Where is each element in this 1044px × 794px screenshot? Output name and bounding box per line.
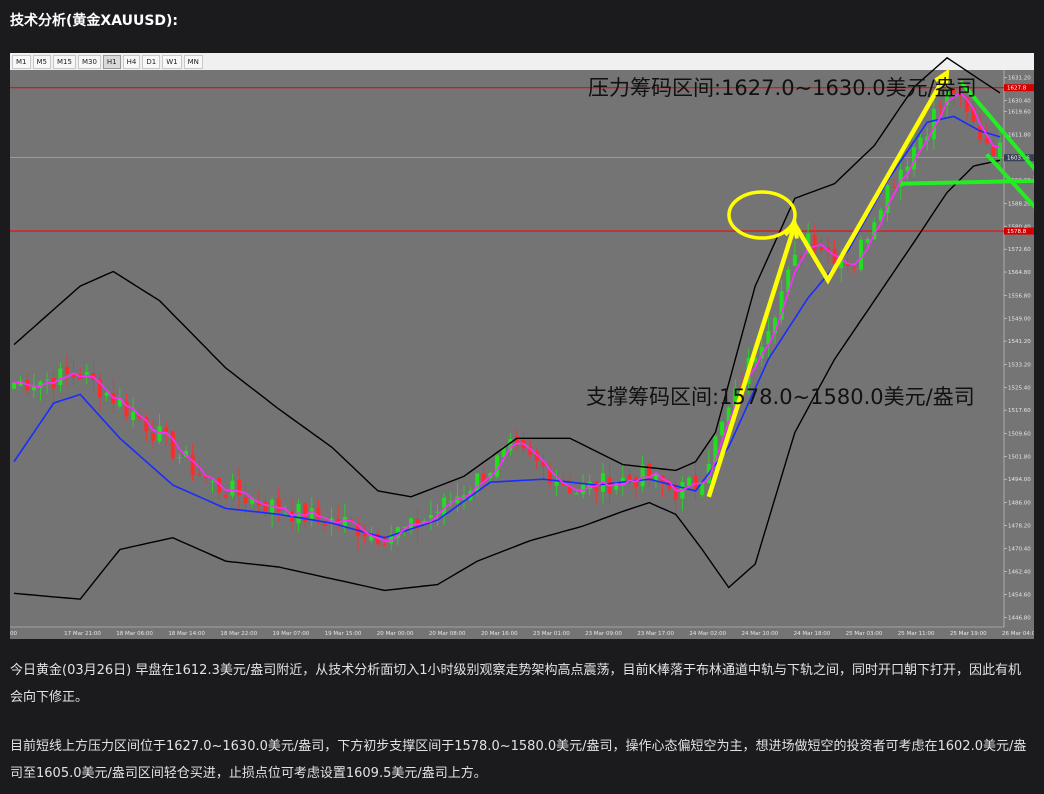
support-zone-label: 支撑筹码区间:1578.0~1580.0美元/盎司 — [586, 385, 975, 409]
x-tick-label: 18 Mar 22:00 — [220, 631, 257, 637]
y-tick-label: 1631.20 — [1008, 76, 1031, 82]
y-tick-label: 1470.40 — [1008, 546, 1031, 552]
chart-svg: 1631.201623.401630.401619.601611.801603.… — [10, 56, 1034, 639]
analysis-paragraph-2: 目前短线上方压力区间位于1627.0~1630.0美元/盎司，下方初步支撑区间于… — [10, 739, 1027, 781]
y-tick-label: 1478.20 — [1008, 523, 1031, 529]
x-tick-label: 25 Mar 19:00 — [950, 631, 987, 637]
bull-candle — [84, 371, 89, 375]
y-tick-label: 1446.80 — [1008, 615, 1031, 621]
bull-candle — [686, 477, 691, 486]
x-tick-label: 19 Mar 07:00 — [273, 631, 310, 637]
bull-candle — [574, 493, 579, 495]
bear-candle — [164, 427, 169, 432]
y-tick-label: 1564.80 — [1008, 270, 1031, 276]
bear-candle — [892, 186, 897, 188]
y-tick-label: 1549.00 — [1008, 316, 1031, 322]
bear-candle — [316, 508, 321, 520]
bull-candle — [792, 254, 797, 266]
bull-candle — [210, 481, 215, 483]
y-tick-label: 1572.60 — [1008, 247, 1031, 253]
bull-candle — [45, 379, 50, 381]
bull-candle — [31, 386, 36, 391]
bull-candle — [435, 511, 440, 513]
bull-candle — [428, 515, 433, 519]
x-tick-label: 23 Mar 01:00 — [533, 631, 570, 637]
bear-candle — [236, 479, 241, 496]
x-tick-label: 20 Mar 16:00 — [481, 631, 518, 637]
y-tick-label: 1454.60 — [1008, 593, 1031, 599]
bull-candle — [998, 142, 1002, 159]
bull-candle — [554, 481, 559, 486]
x-tick-label: 24 Mar 18:00 — [794, 631, 831, 637]
y-tick-label: 1501.80 — [1008, 454, 1031, 460]
bear-candle — [263, 501, 268, 512]
y-tick-label: 1556.80 — [1008, 293, 1031, 299]
bear-candle — [243, 496, 248, 504]
x-tick-label: 24 Mar 10:00 — [741, 631, 778, 637]
bear-candle — [223, 494, 228, 498]
x-tick-label: 23 Mar 09:00 — [585, 631, 622, 637]
bear-candle — [627, 474, 632, 481]
bull-candle — [177, 457, 182, 459]
bull-candle — [131, 411, 136, 421]
bear-candle — [991, 145, 996, 156]
bull-candle — [475, 473, 480, 493]
page-title: 技术分析(黄金XAUUSD): — [10, 13, 179, 29]
bear-candle — [819, 246, 824, 251]
bear-candle — [852, 267, 857, 269]
bull-candle — [309, 508, 314, 519]
y-tick-label: 1588.20 — [1008, 202, 1031, 208]
bear-candle — [197, 474, 202, 476]
x-tick-label: 20 Mar 08:00 — [429, 631, 466, 637]
y-tick-label: 1486.00 — [1008, 501, 1031, 507]
price-chart: M1M5M15M30H1H4D1W1MN 1631.201623.401630.… — [10, 53, 1034, 639]
y-tick-label: 1462.40 — [1008, 570, 1031, 576]
x-tick-label: 18 Mar 14:00 — [168, 631, 205, 637]
bear-candle — [64, 366, 69, 375]
x-tick-label: 26 Mar 04:00 — [1002, 631, 1034, 637]
y-tick-label: 1525.40 — [1008, 385, 1031, 391]
x-tick-label: 25 Mar 11:00 — [898, 631, 935, 637]
x-tick-label: 25 Mar 03:00 — [846, 631, 883, 637]
x-tick-label: 17 Mar 21:00 — [64, 631, 101, 637]
x-tick-label: 00 — [10, 631, 17, 637]
plot-background — [10, 70, 1034, 639]
bear-candle — [276, 498, 281, 512]
bear-candle — [938, 105, 943, 107]
bull-candle — [614, 484, 619, 490]
x-tick-label: 24 Mar 02:00 — [689, 631, 726, 637]
bear-candle — [150, 432, 155, 441]
x-tick-label: 19 Mar 15:00 — [325, 631, 362, 637]
x-tick-label: 18 Mar 06:00 — [116, 631, 153, 637]
bull-candle — [720, 421, 725, 436]
y-tick-label: 1509.60 — [1008, 432, 1031, 438]
x-tick-label: 20 Mar 00:00 — [377, 631, 414, 637]
y-tick-label: 1494.00 — [1008, 477, 1031, 483]
resistance-zone-label: 压力筹码区间:1627.0~1630.0美元/盎司 — [588, 76, 977, 100]
price-tag-label: 1627.8 — [1007, 86, 1027, 92]
bear-candle — [170, 431, 175, 459]
y-tick-label: 1517.60 — [1008, 408, 1031, 414]
bull-candle — [865, 238, 870, 243]
bull-candle — [230, 480, 235, 496]
bear-candle — [323, 522, 328, 526]
y-tick-label: 1541.20 — [1008, 339, 1031, 345]
bull-candle — [157, 426, 162, 442]
bull-candle — [104, 392, 109, 396]
bear-candle — [362, 533, 367, 537]
price-tag-label: 1578.8 — [1007, 229, 1027, 235]
analysis-paragraph-1: 今日黄金(03月26日) 早盘在1612.3美元/盎司附近，从技术分析面切入1小… — [10, 663, 1022, 705]
bull-candle — [58, 368, 63, 386]
y-tick-label: 1533.20 — [1008, 363, 1031, 369]
y-tick-label: 1619.60 — [1008, 110, 1031, 116]
bull-candle — [640, 464, 645, 487]
y-tick-label: 1611.80 — [1008, 133, 1031, 139]
y-tick-label: 1630.40 — [1008, 99, 1031, 105]
bear-candle — [382, 544, 387, 546]
bull-candle — [12, 382, 16, 389]
bull-candle — [495, 455, 500, 477]
bear-candle — [190, 454, 195, 475]
x-tick-label: 23 Mar 17:00 — [637, 631, 674, 637]
